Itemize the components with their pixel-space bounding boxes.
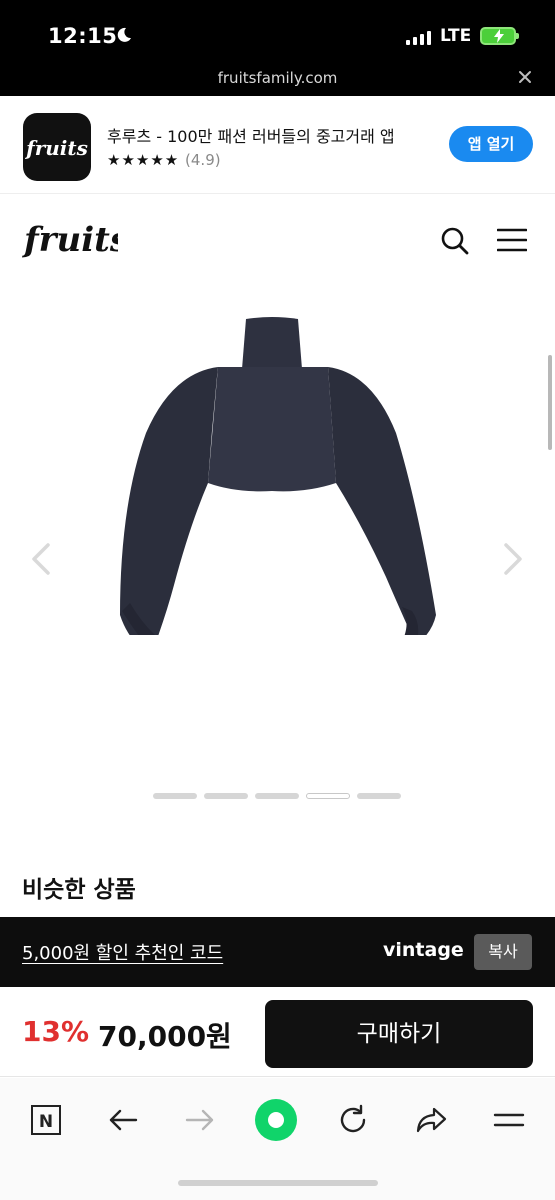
rating-value: (4.9) bbox=[185, 151, 221, 169]
url-bar[interactable]: fruitsfamily.com bbox=[0, 62, 555, 96]
menu-icon[interactable] bbox=[497, 227, 527, 253]
open-app-button[interactable]: 앱 열기 bbox=[449, 126, 533, 162]
pagination-dot[interactable] bbox=[153, 793, 197, 799]
app-install-banner: fruits 후루츠 - 100만 패션 러버들의 중고거래 앱 ★★★★★ (… bbox=[0, 96, 555, 194]
referral-promo-link[interactable]: 5,000원 할인 추천인 코드 bbox=[22, 939, 223, 965]
similar-items-heading: 비슷한 상품 bbox=[22, 877, 136, 903]
status-time: 12:15 bbox=[48, 24, 118, 48]
network-type: LTE bbox=[440, 26, 472, 46]
back-icon[interactable] bbox=[101, 1098, 145, 1142]
fruits-logo-icon: fruits bbox=[24, 136, 88, 160]
signal-icon bbox=[406, 30, 431, 45]
previous-image-icon[interactable] bbox=[28, 541, 54, 577]
copy-code-button[interactable]: 복사 bbox=[474, 934, 532, 970]
referral-promo-banner: 5,000원 할인 추천인 코드 vintage 복사 bbox=[0, 917, 555, 987]
star-rating-icon: ★★★★★ bbox=[107, 151, 180, 169]
purchase-bar: 13% 70,000원 구매하기 bbox=[0, 987, 555, 1077]
pagination-dot[interactable] bbox=[357, 793, 401, 799]
site-header: fruits bbox=[0, 195, 555, 285]
buy-button[interactable]: 구매하기 bbox=[265, 1000, 533, 1068]
referral-code: vintage bbox=[383, 939, 464, 961]
naver-icon[interactable]: N bbox=[24, 1098, 68, 1142]
moon-icon bbox=[117, 27, 131, 42]
app-rating: ★★★★★ (4.9) bbox=[107, 151, 221, 169]
app-title: 후루츠 - 100만 패션 러버들의 중고거래 앱 bbox=[107, 127, 395, 146]
product-image-gallery[interactable] bbox=[0, 285, 555, 820]
fruits-logo[interactable]: fruits bbox=[22, 217, 118, 261]
browser-menu-icon[interactable] bbox=[487, 1098, 531, 1142]
forward-icon[interactable] bbox=[178, 1098, 222, 1142]
status-bar: 12:15 LTE bbox=[0, 0, 555, 62]
scrollbar[interactable] bbox=[548, 355, 552, 450]
close-icon[interactable] bbox=[517, 69, 533, 85]
pagination-dot[interactable] bbox=[204, 793, 248, 799]
url-text[interactable]: fruitsfamily.com bbox=[0, 69, 555, 87]
pagination-dot-active[interactable] bbox=[306, 793, 350, 799]
share-icon[interactable] bbox=[409, 1098, 453, 1142]
discount-rate: 13% bbox=[22, 1015, 90, 1048]
refresh-icon[interactable] bbox=[331, 1098, 375, 1142]
product-image[interactable] bbox=[100, 315, 445, 635]
svg-text:fruits: fruits bbox=[24, 136, 88, 160]
search-icon[interactable] bbox=[440, 226, 470, 256]
next-image-icon[interactable] bbox=[500, 541, 526, 577]
home-indicator[interactable] bbox=[178, 1180, 378, 1186]
pagination-dot[interactable] bbox=[255, 793, 299, 799]
gallery-pagination[interactable] bbox=[153, 793, 401, 799]
home-green-icon[interactable] bbox=[254, 1098, 298, 1142]
price: 70,000원 bbox=[98, 1020, 232, 1053]
svg-text:N: N bbox=[39, 1112, 53, 1132]
battery-icon bbox=[480, 27, 519, 45]
app-icon[interactable]: fruits bbox=[23, 113, 91, 181]
svg-text:fruits: fruits bbox=[22, 220, 118, 260]
